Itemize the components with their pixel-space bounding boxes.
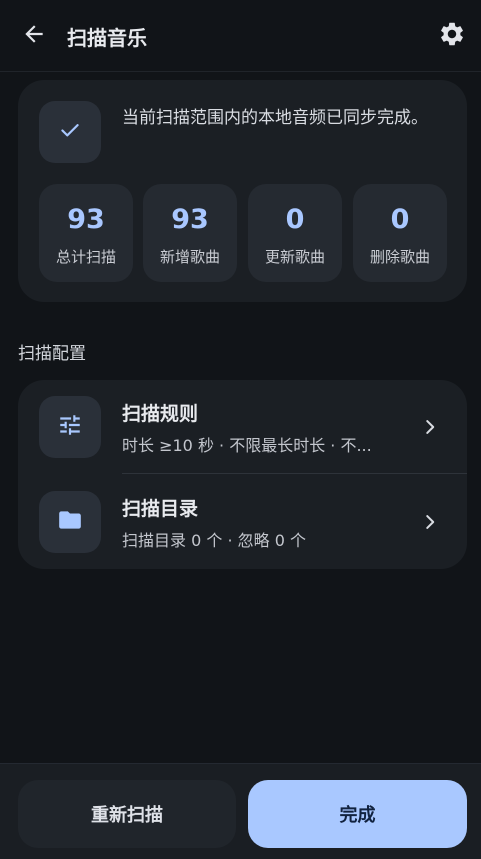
folder-icon [57,507,83,537]
stat-value: 93 [171,204,209,235]
scan-directory-summary: 扫描目录 0 个 · 忽略 0 个 [122,531,306,550]
stat-label: 更新歌曲 [264,248,325,266]
arrow-back-icon [21,21,47,51]
stat-updated-songs: 0 更新歌曲 [248,184,342,282]
sync-complete-message: 当前扫描范围内的本地音频已同步完成。 [122,108,428,128]
stat-label: 删除歌曲 [369,248,430,266]
row-icon-container [39,491,101,553]
chevron-right-icon [416,505,444,539]
status-badge [39,101,101,163]
scan-directory-title: 扫描目录 [122,498,199,520]
scan-config-card: 扫描规则 时长 ≥10 秒 · 不限最长时长 · 不... 扫描目录 扫描目录 … [18,380,467,569]
top-app-bar: 扫描音乐 [0,0,481,72]
divider [122,473,467,474]
back-button[interactable] [14,16,54,56]
done-button[interactable]: 完成 [248,780,467,848]
scan-stats: 93 总计扫描 93 新增歌曲 0 更新歌曲 0 删除歌曲 [39,184,447,282]
scan-rules-summary: 时长 ≥10 秒 · 不限最长时长 · 不... [122,436,372,455]
tune-sliders-icon [57,412,83,442]
chevron-right-icon [416,410,444,444]
stat-value: 0 [390,204,410,235]
scan-directory-item[interactable]: 扫描目录 扫描目录 0 个 · 忽略 0 个 [18,475,467,569]
stat-label: 新增歌曲 [159,248,220,266]
stat-total-scanned: 93 总计扫描 [39,184,133,282]
settings-button[interactable] [432,16,472,56]
rescan-button[interactable]: 重新扫描 [18,780,236,848]
scan-music-screen: 扫描音乐 当前扫描范围内的本地音频已同步完成。 93 总计扫描 93 新增歌曲 … [0,0,481,859]
stat-label: 总计扫描 [55,248,116,266]
gear-icon [438,20,466,52]
bottom-action-bar: 重新扫描 完成 [0,763,481,859]
page-title: 扫描音乐 [67,26,147,50]
stat-new-songs: 93 新增歌曲 [143,184,237,282]
checkmark-icon [57,117,83,147]
stat-value: 0 [285,204,305,235]
stat-deleted-songs: 0 删除歌曲 [353,184,447,282]
scan-rules-item[interactable]: 扫描规则 时长 ≥10 秒 · 不限最长时长 · 不... [18,380,467,474]
stat-value: 93 [67,204,105,235]
scan-rules-title: 扫描规则 [122,403,199,425]
scan-summary-card: 当前扫描范围内的本地音频已同步完成。 93 总计扫描 93 新增歌曲 0 更新歌… [18,80,467,302]
section-title-scan-config: 扫描配置 [18,344,86,364]
row-icon-container [39,396,101,458]
